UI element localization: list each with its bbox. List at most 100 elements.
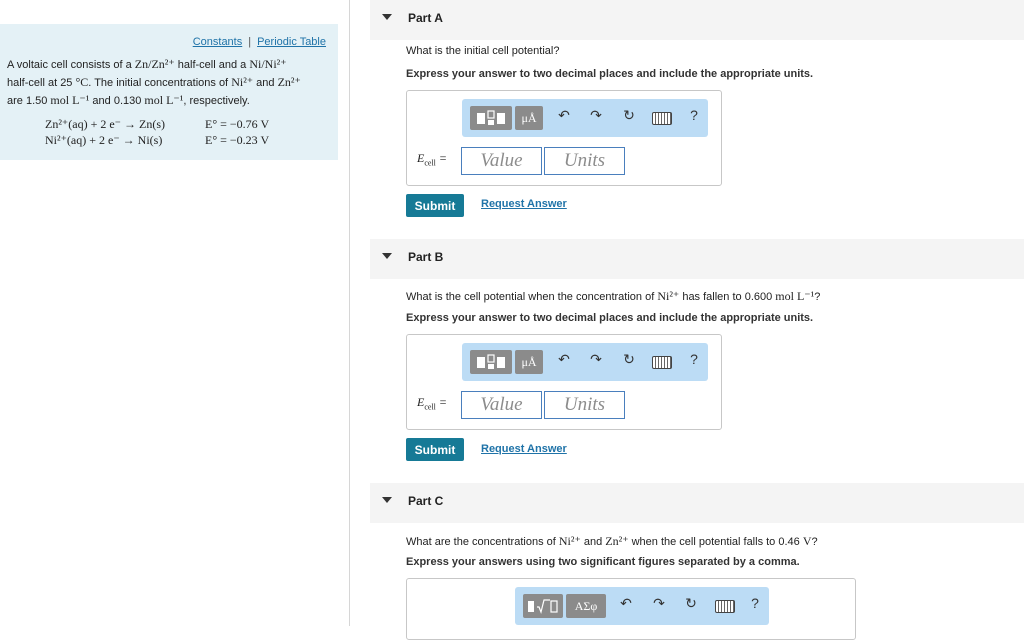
keyboard-icon[interactable] — [715, 600, 735, 613]
submit-button[interactable]: Submit — [406, 438, 464, 461]
value-input[interactable]: Value — [461, 147, 542, 175]
half-reactions: Zn²⁺(aq) + 2 e⁻ → Zn(s) E° = −0.76 V Ni²… — [45, 116, 269, 148]
part-c-header[interactable]: Part C — [370, 483, 1024, 523]
template-icon — [477, 354, 505, 369]
question-text: has fallen to 0.600 — [679, 291, 776, 303]
question-text: and — [580, 536, 606, 548]
part-c-question: What are the concentrations of Ni²⁺ and … — [406, 534, 818, 549]
help-icon[interactable]: ? — [684, 107, 704, 123]
part-a-question: What is the initial cell potential? — [406, 45, 560, 57]
part-a-answer-box: μÅ ↶ ↷ ↻ ? Ecell = Value Units — [406, 90, 722, 186]
half-reaction-row: Zn²⁺(aq) + 2 e⁻ → Zn(s) E° = −0.76 V — [45, 116, 269, 132]
problem-statement: A voltaic cell consists of a Zn/Zn²⁺ hal… — [7, 56, 327, 110]
undo-icon[interactable]: ↶ — [616, 595, 636, 612]
template-button[interactable] — [523, 594, 563, 618]
question-text: What are the concentrations of — [406, 536, 559, 548]
question-math: mol L⁻¹ — [775, 289, 815, 303]
part-title: Part A — [408, 11, 443, 25]
problem-text: . The initial concentrations of — [88, 77, 232, 89]
question-text: ? — [811, 536, 818, 548]
standard-potential: E° = −0.23 V — [205, 133, 270, 147]
question-text: when the cell potential falls to 0.46 — [628, 536, 803, 548]
part-c-answer-box: ΑΣφ ↶ ↷ ↻ ? — [406, 578, 856, 640]
template-button[interactable] — [470, 350, 512, 374]
keyboard-icon[interactable] — [652, 112, 672, 125]
answer-label: Ecell = — [417, 151, 447, 167]
problem-text: half-cell at 25 — [7, 77, 76, 89]
part-a-instruction: Express your answer to two decimal place… — [406, 68, 814, 80]
part-b-instruction: Express your answer to two decimal place… — [406, 312, 814, 324]
units-button[interactable]: μÅ — [515, 350, 543, 374]
greek-button[interactable]: ΑΣφ — [566, 594, 606, 618]
resource-links: Constants | Periodic Table — [193, 36, 326, 48]
template-icon — [477, 110, 505, 125]
submit-button[interactable]: Submit — [406, 194, 464, 217]
sqrt-template-icon — [528, 599, 558, 614]
problem-text: A voltaic cell consists of a — [7, 59, 135, 71]
value-input[interactable]: Value — [461, 391, 542, 419]
reaction: Ni²⁺(aq) + 2 e⁻ → Ni(s) — [45, 133, 163, 147]
half-reaction-row: Ni²⁺(aq) + 2 e⁻ → Ni(s) E° = −0.23 V — [45, 132, 269, 148]
standard-potential: E° = −0.76 V — [205, 117, 270, 131]
units-button[interactable]: μÅ — [515, 106, 543, 130]
constants-link[interactable]: Constants — [193, 36, 243, 48]
problem-math: Zn/Zn²⁺ — [134, 57, 175, 71]
divider — [349, 0, 350, 626]
redo-icon[interactable]: ↷ — [649, 595, 669, 612]
math-toolbar: μÅ ↶ ↷ ↻ ? — [462, 99, 708, 137]
label-sub: cell — [424, 402, 436, 412]
reset-icon[interactable]: ↻ — [681, 595, 701, 612]
reset-icon[interactable]: ↻ — [619, 351, 639, 368]
math-toolbar: μÅ ↶ ↷ ↻ ? — [462, 343, 708, 381]
problem-math: Zn²⁺ — [277, 75, 301, 89]
question-math: Zn²⁺ — [605, 534, 629, 548]
problem-text: and — [253, 77, 278, 89]
redo-icon[interactable]: ↷ — [586, 351, 606, 368]
problem-math: Ni/Ni²⁺ — [249, 57, 287, 71]
collapse-arrow-icon[interactable] — [382, 14, 392, 20]
units-input[interactable]: Units — [544, 147, 625, 175]
part-title: Part B — [408, 250, 444, 264]
undo-icon[interactable]: ↶ — [554, 107, 574, 124]
problem-panel: Constants | Periodic Table A voltaic cell … — [0, 24, 338, 160]
problem-text: and 0.130 — [89, 95, 145, 107]
answer-label: Ecell = — [417, 395, 447, 411]
link-separator: | — [248, 36, 252, 48]
math-toolbar: ΑΣφ ↶ ↷ ↻ ? — [515, 587, 769, 625]
part-b-question: What is the cell potential when the conc… — [406, 289, 820, 304]
template-button[interactable] — [470, 106, 512, 130]
redo-icon[interactable]: ↷ — [586, 107, 606, 124]
label-eq: = — [435, 395, 447, 409]
request-answer-link[interactable]: Request Answer — [481, 198, 567, 210]
question-text: ? — [814, 291, 821, 303]
undo-icon[interactable]: ↶ — [554, 351, 574, 368]
problem-text: are 1.50 — [7, 95, 51, 107]
help-icon[interactable]: ? — [684, 351, 704, 367]
periodic-table-link[interactable]: Periodic Table — [257, 36, 326, 48]
question-math: V — [802, 534, 812, 548]
collapse-arrow-icon[interactable] — [382, 253, 392, 259]
part-title: Part C — [408, 494, 444, 508]
part-b-header[interactable]: Part B — [370, 239, 1024, 279]
reaction: Zn²⁺(aq) + 2 e⁻ → Zn(s) — [45, 117, 165, 131]
problem-math: mol L⁻¹ — [144, 93, 184, 107]
request-answer-link[interactable]: Request Answer — [481, 443, 567, 455]
problem-math: mol L⁻¹ — [50, 93, 90, 107]
problem-math: °C — [75, 75, 89, 89]
units-input[interactable]: Units — [544, 391, 625, 419]
question-text: What is the cell potential when the conc… — [406, 291, 658, 303]
label-sub: cell — [424, 158, 436, 168]
collapse-arrow-icon[interactable] — [382, 497, 392, 503]
question-math: Ni²⁺ — [657, 289, 680, 303]
label-eq: = — [435, 151, 447, 165]
help-icon[interactable]: ? — [745, 595, 765, 611]
reset-icon[interactable]: ↻ — [619, 107, 639, 124]
problem-text: half-cell and a — [174, 59, 250, 71]
keyboard-icon[interactable] — [652, 356, 672, 369]
problem-math: Ni²⁺ — [231, 75, 254, 89]
part-a-header[interactable]: Part A — [370, 0, 1024, 40]
part-b-answer-box: μÅ ↶ ↷ ↻ ? Ecell = Value Units — [406, 334, 722, 430]
part-c-instruction: Express your answers using two significa… — [406, 556, 800, 568]
question-math: Ni²⁺ — [558, 534, 581, 548]
problem-text: , respectively. — [183, 95, 250, 107]
